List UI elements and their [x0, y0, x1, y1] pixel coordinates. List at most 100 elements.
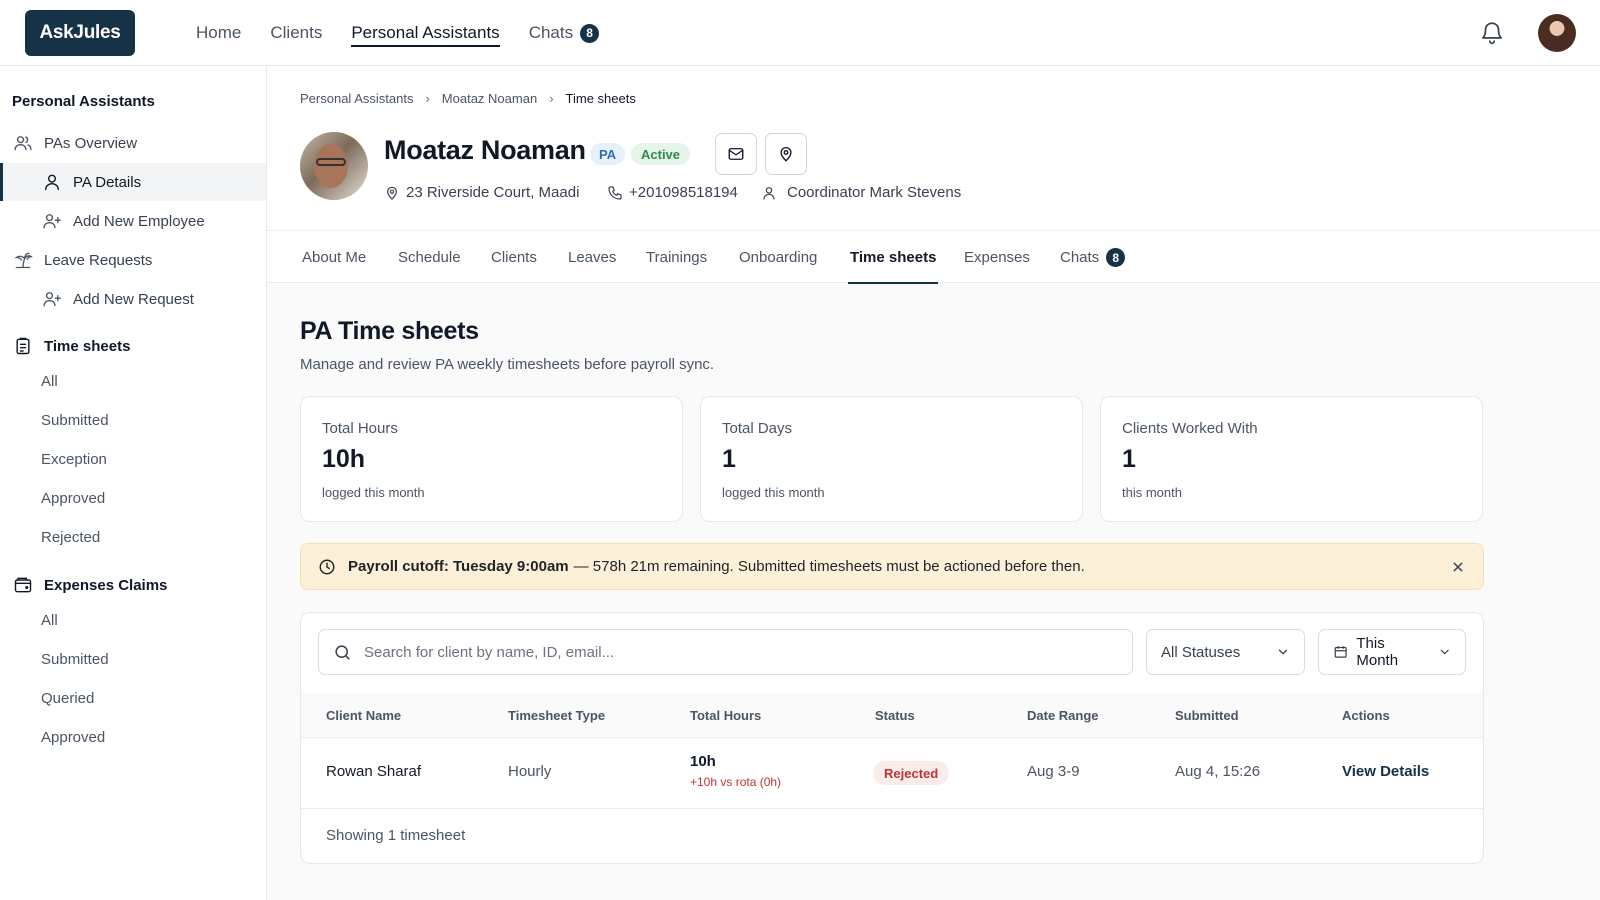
stat-card-total-days: Total Days 1 logged this month [700, 396, 1083, 522]
nav-clients-label: Clients [270, 23, 323, 42]
user-icon [763, 186, 775, 200]
sidebar-section-timesheets[interactable]: Time sheets [0, 327, 266, 365]
tab-trainings[interactable]: Trainings [646, 231, 707, 284]
phone-icon [608, 185, 622, 200]
pa-address-text: 23 Riverside Court, Maadi [406, 184, 580, 201]
avatar-face [314, 144, 348, 188]
app-logo[interactable]: AskJules [25, 10, 135, 56]
sidebar-expenses-queried[interactable]: Queried [41, 690, 94, 707]
chats-count-badge: 8 [580, 23, 600, 43]
clock-icon [319, 559, 335, 574]
email-button[interactable] [715, 133, 757, 175]
table-header: Client Name Timesheet Type Total Hours S… [301, 693, 1483, 738]
sidebar-expenses-submitted[interactable]: Submitted [41, 651, 109, 668]
tab-leaves[interactable]: Leaves [568, 231, 616, 284]
sidebar-item-add-employee[interactable]: Add New Employee [0, 202, 266, 240]
sidebar-timesheets-all[interactable]: All [41, 373, 58, 390]
stat-card-clients: Clients Worked With 1 this month [1100, 396, 1483, 522]
sidebar-label-add-request: Add New Request [73, 290, 194, 308]
table-footer-count: Showing 1 timesheet [326, 827, 466, 844]
palm-tree-icon [12, 249, 34, 271]
tab-clients[interactable]: Clients [491, 231, 537, 284]
users-icon [12, 132, 34, 154]
mail-icon [728, 148, 744, 160]
breadcrumb-personal-assistants[interactable]: Personal Assistants [300, 91, 413, 106]
col-actions: Actions [1342, 708, 1390, 723]
stat-label: Total Hours [322, 420, 398, 437]
breadcrumb-current: Time sheets [565, 91, 636, 106]
nav-chats[interactable]: Chats 8 [528, 0, 600, 66]
page-subtitle: Manage and review PA weekly timesheets b… [300, 356, 715, 373]
chevron-right-icon: › [425, 91, 430, 106]
status-badge: Active [631, 143, 691, 165]
breadcrumb-pa-name[interactable]: Moataz Noaman [442, 91, 537, 106]
view-details-link[interactable]: View Details [1342, 763, 1429, 780]
notifications-bell-icon[interactable] [1479, 20, 1505, 46]
stat-note: logged this month [322, 485, 425, 500]
search-field[interactable] [318, 629, 1133, 675]
nav-home[interactable]: Home [196, 0, 241, 66]
sidebar-item-pas-overview[interactable]: PAs Overview [0, 124, 266, 162]
col-submitted[interactable]: Submitted [1175, 708, 1239, 723]
cell-client-name[interactable]: Rowan Sharaf [326, 763, 421, 780]
sidebar-section-expenses[interactable]: Expenses Claims [0, 566, 266, 604]
map-pin-icon [387, 186, 397, 200]
cell-total-hours: 10h [690, 753, 716, 770]
col-total-hours[interactable]: Total Hours [690, 708, 761, 723]
date-filter-value: This Month [1356, 635, 1399, 669]
tab-time-sheets[interactable]: Time sheets [847, 231, 939, 284]
search-input[interactable] [364, 643, 1104, 661]
stat-value: 1 [722, 445, 736, 473]
col-status[interactable]: Status [875, 708, 915, 723]
timesheets-table-card: All Statuses This Month Client Name Time… [300, 612, 1484, 864]
pa-name: Moataz Noaman [384, 135, 586, 165]
sidebar-expenses-all[interactable]: All [41, 612, 58, 629]
col-timesheet-type[interactable]: Timesheet Type [508, 708, 605, 723]
chevron-right-icon: › [549, 91, 554, 106]
pa-phone: +201098518194 [607, 184, 738, 201]
location-button[interactable] [765, 133, 807, 175]
sidebar-item-add-request[interactable]: Add New Request [0, 280, 266, 318]
nav-personal-assistants-label: Personal Assistants [351, 23, 500, 42]
breadcrumb: Personal Assistants › Moataz Noaman › Ti… [300, 91, 636, 106]
stat-note: logged this month [722, 485, 825, 500]
status-badge-rejected: Rejected [873, 761, 950, 785]
stat-label: Clients Worked With [1122, 420, 1258, 437]
nav-personal-assistants[interactable]: Personal Assistants [351, 0, 501, 66]
tab-about-me[interactable]: About Me [302, 231, 366, 284]
status-filter-select[interactable]: All Statuses [1146, 629, 1305, 675]
sidebar-expenses-approved[interactable]: Approved [41, 729, 105, 746]
stat-card-total-hours: Total Hours 10h logged this month [300, 396, 683, 522]
sidebar: Personal Assistants PAs Overview PA Deta… [0, 66, 267, 900]
stat-note: this month [1122, 485, 1182, 500]
tab-schedule[interactable]: Schedule [398, 231, 461, 284]
date-filter-select[interactable]: This Month [1318, 629, 1466, 675]
tab-expenses[interactable]: Expenses [964, 231, 1030, 284]
tab-chats[interactable]: Chats 8 [1060, 231, 1126, 284]
chevron-down-icon [1278, 649, 1288, 655]
sidebar-timesheets-approved[interactable]: Approved [41, 490, 105, 507]
stat-label: Total Days [722, 420, 793, 437]
user-plus-icon [41, 210, 63, 232]
sidebar-label-pa-details: PA Details [73, 173, 142, 191]
nav-chats-label: Chats [528, 23, 574, 42]
sidebar-timesheets-submitted[interactable]: Submitted [41, 412, 109, 429]
nav-clients[interactable]: Clients [270, 0, 322, 66]
col-client-name[interactable]: Client Name [326, 708, 401, 723]
col-date-range[interactable]: Date Range [1027, 708, 1099, 723]
sidebar-item-pa-details[interactable]: PA Details [0, 163, 266, 201]
cell-date-range: Aug 3-9 [1027, 763, 1080, 780]
sidebar-label-expenses: Expenses Claims [44, 576, 168, 594]
cell-submitted: Aug 4, 15:26 [1175, 763, 1261, 780]
tab-onboarding[interactable]: Onboarding [739, 231, 817, 284]
chevron-down-icon [1440, 649, 1449, 655]
nav-home-label: Home [196, 23, 242, 42]
sidebar-item-leave-requests[interactable]: Leave Requests [0, 241, 266, 279]
user-avatar[interactable] [1538, 14, 1576, 52]
tab-chats-badge: 8 [1106, 248, 1126, 267]
sidebar-timesheets-rejected[interactable]: Rejected [41, 529, 100, 546]
close-icon[interactable] [1449, 558, 1467, 576]
payroll-cutoff-alert: Payroll cutoff: Tuesday 9:00am — 578h 21… [300, 543, 1484, 590]
search-icon [335, 644, 350, 660]
sidebar-timesheets-exception[interactable]: Exception [41, 451, 107, 468]
